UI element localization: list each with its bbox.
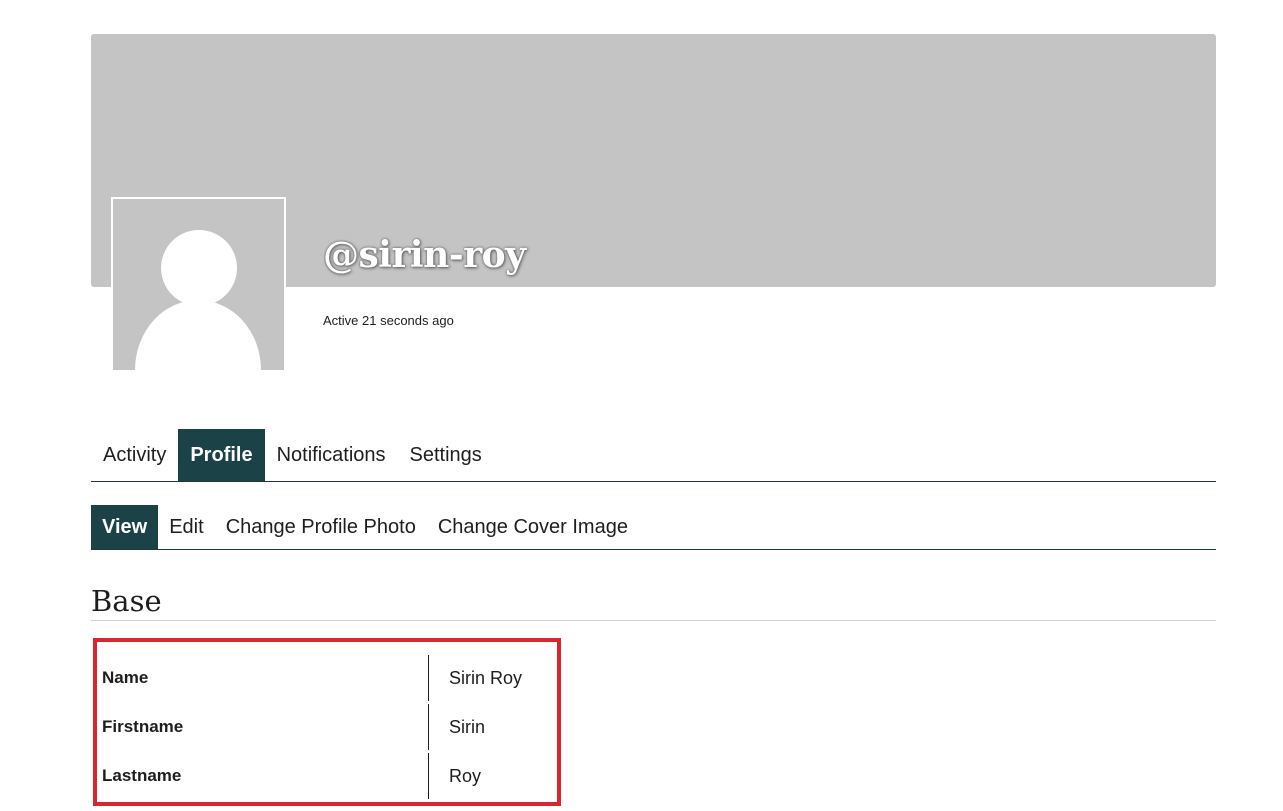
avatar-placeholder-body [135, 300, 261, 370]
primary-nav: Activity Profile Notifications Settings [91, 429, 1216, 482]
profile-username: @sirin-roy [323, 234, 526, 276]
secondary-nav: View Edit Change Profile Photo Change Co… [91, 505, 1216, 550]
field-label-name: Name [102, 668, 149, 687]
profile-field-row: Firstname Sirin [102, 704, 562, 750]
profile-field-row: Lastname Roy [102, 753, 562, 799]
field-label-lastname: Lastname [102, 766, 182, 785]
field-value-name: Sirin Roy [449, 668, 523, 688]
subtab-view[interactable]: View [91, 505, 159, 549]
field-value-firstname: Sirin [449, 717, 486, 737]
subtab-change-cover-image[interactable]: Change Cover Image [427, 505, 639, 549]
tab-settings[interactable]: Settings [398, 429, 494, 481]
profile-group-title: Base [91, 583, 1216, 621]
tab-profile[interactable]: Profile [178, 429, 265, 481]
subtab-change-profile-photo[interactable]: Change Profile Photo [215, 505, 427, 549]
avatar-placeholder-head [161, 230, 237, 306]
avatar [111, 197, 286, 370]
profile-field-row: Name Sirin Roy [102, 655, 562, 701]
tab-notifications[interactable]: Notifications [265, 429, 398, 481]
last-active-status: Active 21 seconds ago [323, 313, 454, 328]
member-profile-page: @sirin-roy Active 21 seconds ago Activit… [0, 0, 1283, 811]
tab-activity[interactable]: Activity [91, 429, 178, 481]
field-divider [428, 655, 429, 701]
field-divider [428, 704, 429, 750]
field-divider [428, 753, 429, 799]
subtab-edit[interactable]: Edit [158, 505, 214, 549]
field-value-lastname: Roy [449, 766, 482, 786]
field-label-firstname: Firstname [102, 717, 184, 736]
